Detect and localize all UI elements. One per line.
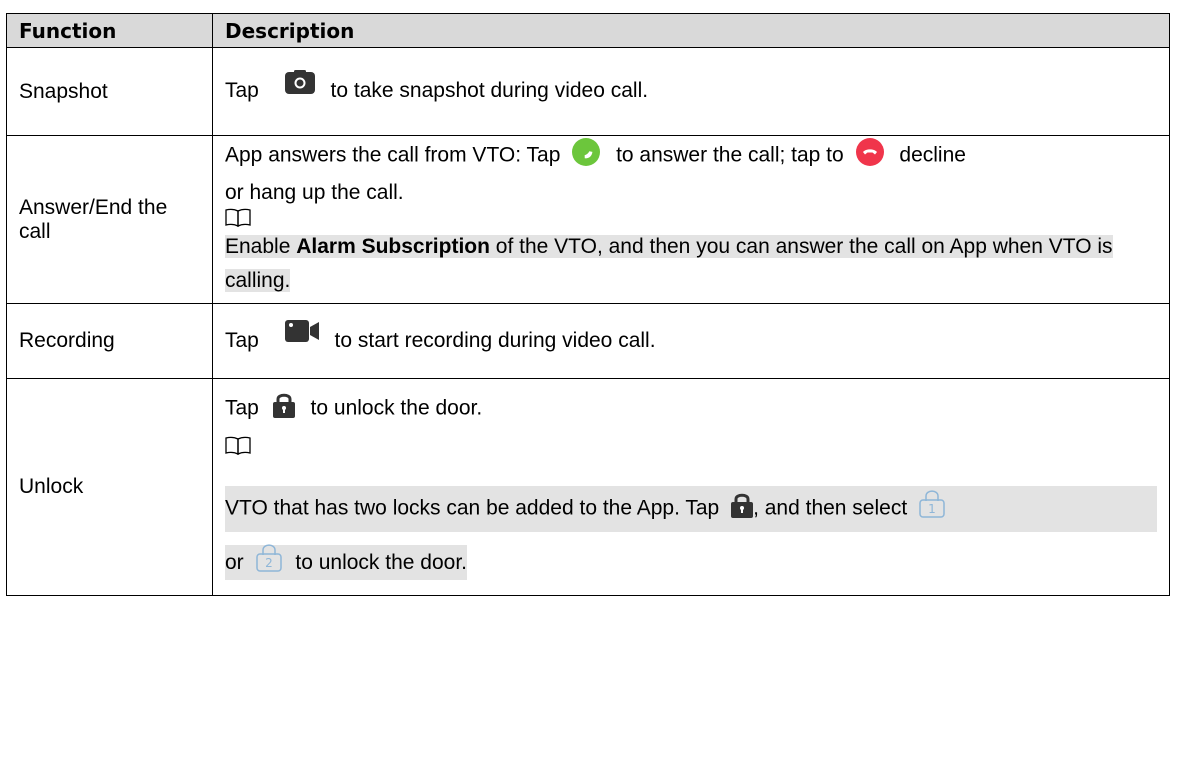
video-camera-icon (284, 320, 319, 343)
header-description: Description (212, 13, 1170, 48)
note-book-icon (225, 208, 1157, 228)
function-cell: Recording (6, 303, 213, 379)
table-header-row: Function Description (6, 13, 1170, 48)
description-cell: Tap to start recording during video call… (212, 303, 1170, 379)
svg-text:1: 1 (928, 502, 936, 516)
header-function: Function (6, 13, 213, 48)
function-cell: Snapshot (6, 47, 213, 136)
function-table: Function Description Snapshot Tap to tak… (6, 13, 1170, 596)
function-cell: Answer/End the call (6, 135, 213, 304)
lock-2-icon: 2 (255, 542, 282, 572)
hang-up-icon (855, 137, 884, 166)
table-row-answer-end: Answer/End the call App answers the call… (6, 135, 1170, 304)
function-cell: Unlock (6, 378, 213, 596)
lock-1-icon: 1 (919, 488, 945, 518)
description-cell: Tap to unlock the door. VTO that has two… (212, 378, 1170, 596)
note-book-icon (225, 436, 1157, 456)
svg-text:2: 2 (265, 556, 273, 570)
table-row-recording: Recording Tap to start recording during … (6, 303, 1170, 379)
description-cell: App answers the call from VTO: Tap to an… (212, 135, 1170, 304)
answer-call-icon (572, 137, 601, 166)
table-row-snapshot: Snapshot Tap to take snapshot during vid… (6, 47, 1170, 136)
lock-icon (731, 492, 754, 518)
table-row-unlock: Unlock Tap to unlock the door. VTO that … (6, 378, 1170, 596)
description-cell: Tap to take snapshot during video call. (212, 47, 1170, 136)
lock-icon (272, 392, 295, 418)
camera-icon (284, 69, 315, 94)
